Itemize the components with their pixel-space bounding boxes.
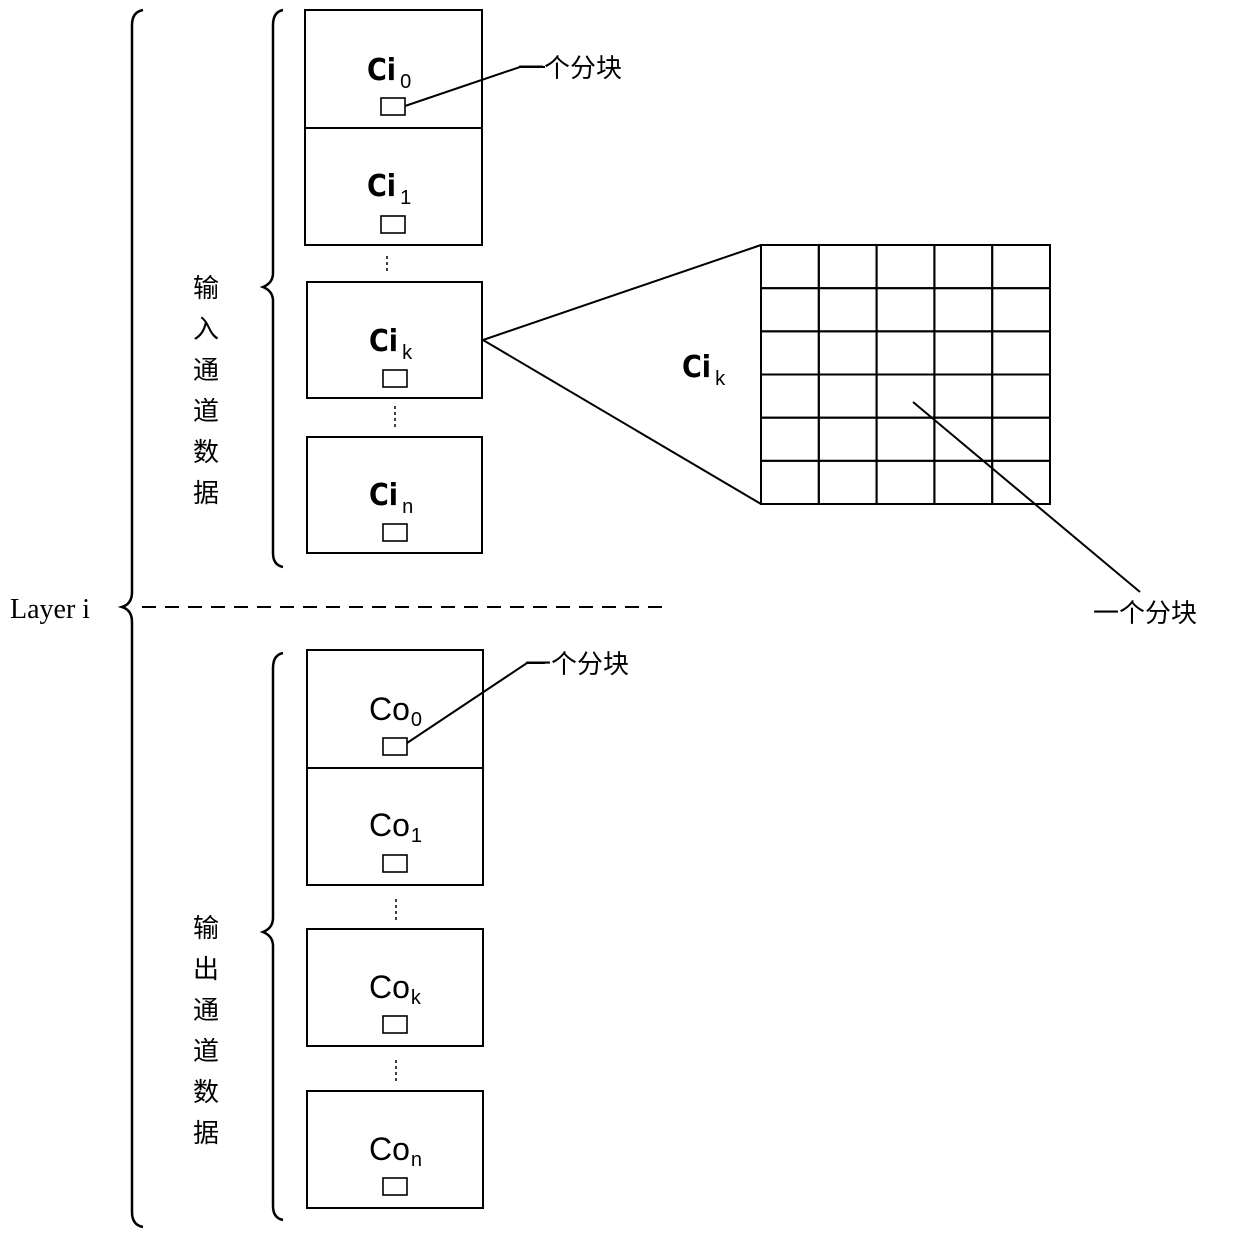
grid-block-cell: [760, 287, 820, 333]
input-label-char: 入: [193, 315, 219, 345]
grid-block-cell: [875, 373, 936, 419]
grid-block-cell: [760, 416, 820, 462]
input-channel-cin: Ci n: [306, 436, 483, 554]
block-marker: [382, 523, 408, 542]
zoom-line-bottom: [482, 339, 762, 505]
grid-block-cell: [760, 330, 820, 376]
grid-block-cell: [875, 244, 936, 290]
grid-block-cell: [991, 244, 1052, 290]
grid-block-cell: [991, 416, 1052, 462]
output-block-callout: 一个分块: [525, 650, 629, 680]
grid-block-cell: [875, 459, 936, 506]
grid-block-cell: [875, 416, 936, 462]
input-label-char: 输: [193, 274, 219, 304]
output-channel-cok: Cok: [306, 928, 484, 1047]
grid-block-cell: [875, 330, 936, 376]
grid-block-cell: [933, 244, 994, 290]
grid-block-cell: [875, 287, 936, 333]
input-block-callout: 一个分块: [518, 54, 622, 84]
grid-block-cell: [991, 287, 1052, 333]
layer-label: Layer i: [10, 594, 90, 625]
grid-block-cell: [991, 459, 1052, 506]
grid-block-cell: [817, 244, 878, 290]
output-label-char: 道: [193, 1037, 219, 1067]
grid-block-cell: [933, 459, 994, 506]
input-channel-cik: Ci k: [306, 281, 483, 399]
input-group-brace: [259, 8, 284, 569]
output-label-char: 据: [193, 1119, 219, 1149]
grid-block-cell: [933, 330, 994, 376]
grid-block-cell: [933, 416, 994, 462]
output-channel-con: Con: [306, 1090, 484, 1209]
grid-block-cell: [760, 244, 820, 290]
grid-block-leader-line: [912, 401, 1141, 593]
output-group-label: 输 出 通 道 数 据: [193, 914, 219, 1149]
grid-block-cell: [933, 373, 994, 419]
grid-block-callout: 一个分块: [1093, 599, 1197, 629]
grid-block-cell: [933, 287, 994, 333]
zoom-line-top: [482, 244, 762, 341]
grid-block-cell: [991, 373, 1052, 419]
layer-brace: [117, 8, 144, 1229]
output-channel-co1: Co1: [306, 767, 484, 886]
block-marker: [380, 97, 406, 116]
output-group-brace: [259, 651, 284, 1222]
zoom-channel-label: Ci k: [682, 350, 726, 390]
grid-block-cell: [817, 330, 878, 376]
output-label-char: 通: [193, 996, 219, 1026]
grid-block-cell: [991, 330, 1052, 376]
grid-block-cell: [760, 373, 820, 419]
block-marker: [382, 369, 408, 388]
input-label-char: 据: [193, 479, 219, 509]
input-group-label: 输 入 通 道 数 据: [193, 274, 219, 509]
grid-block-cell: [760, 459, 820, 506]
block-marker: [380, 215, 406, 234]
block-marker: [382, 1015, 408, 1034]
block-marker: [382, 1177, 408, 1196]
output-label-char: 出: [193, 955, 219, 985]
block-marker: [382, 854, 408, 873]
grid-block-cell: [817, 416, 878, 462]
input-label-char: 道: [193, 397, 219, 427]
input-channel-ci1: Ci 1: [304, 127, 483, 246]
grid-block-cell: [817, 287, 878, 333]
block-marker: [382, 737, 408, 756]
grid-block-cell: [817, 459, 878, 506]
input-label-char: 数: [193, 438, 219, 468]
input-label-char: 通: [193, 356, 219, 386]
channel-block-grid: [760, 244, 1052, 506]
grid-block-cell: [817, 373, 878, 419]
output-label-char: 输: [193, 914, 219, 944]
channel-partition-diagram: Layer i 输 入 通 道 数 据 Ci 0 Ci 1 Ci k Ci n 一个分块…: [10, 8, 1197, 1229]
output-label-char: 数: [193, 1078, 219, 1108]
input-channel-ci0: Ci 0: [304, 9, 483, 129]
